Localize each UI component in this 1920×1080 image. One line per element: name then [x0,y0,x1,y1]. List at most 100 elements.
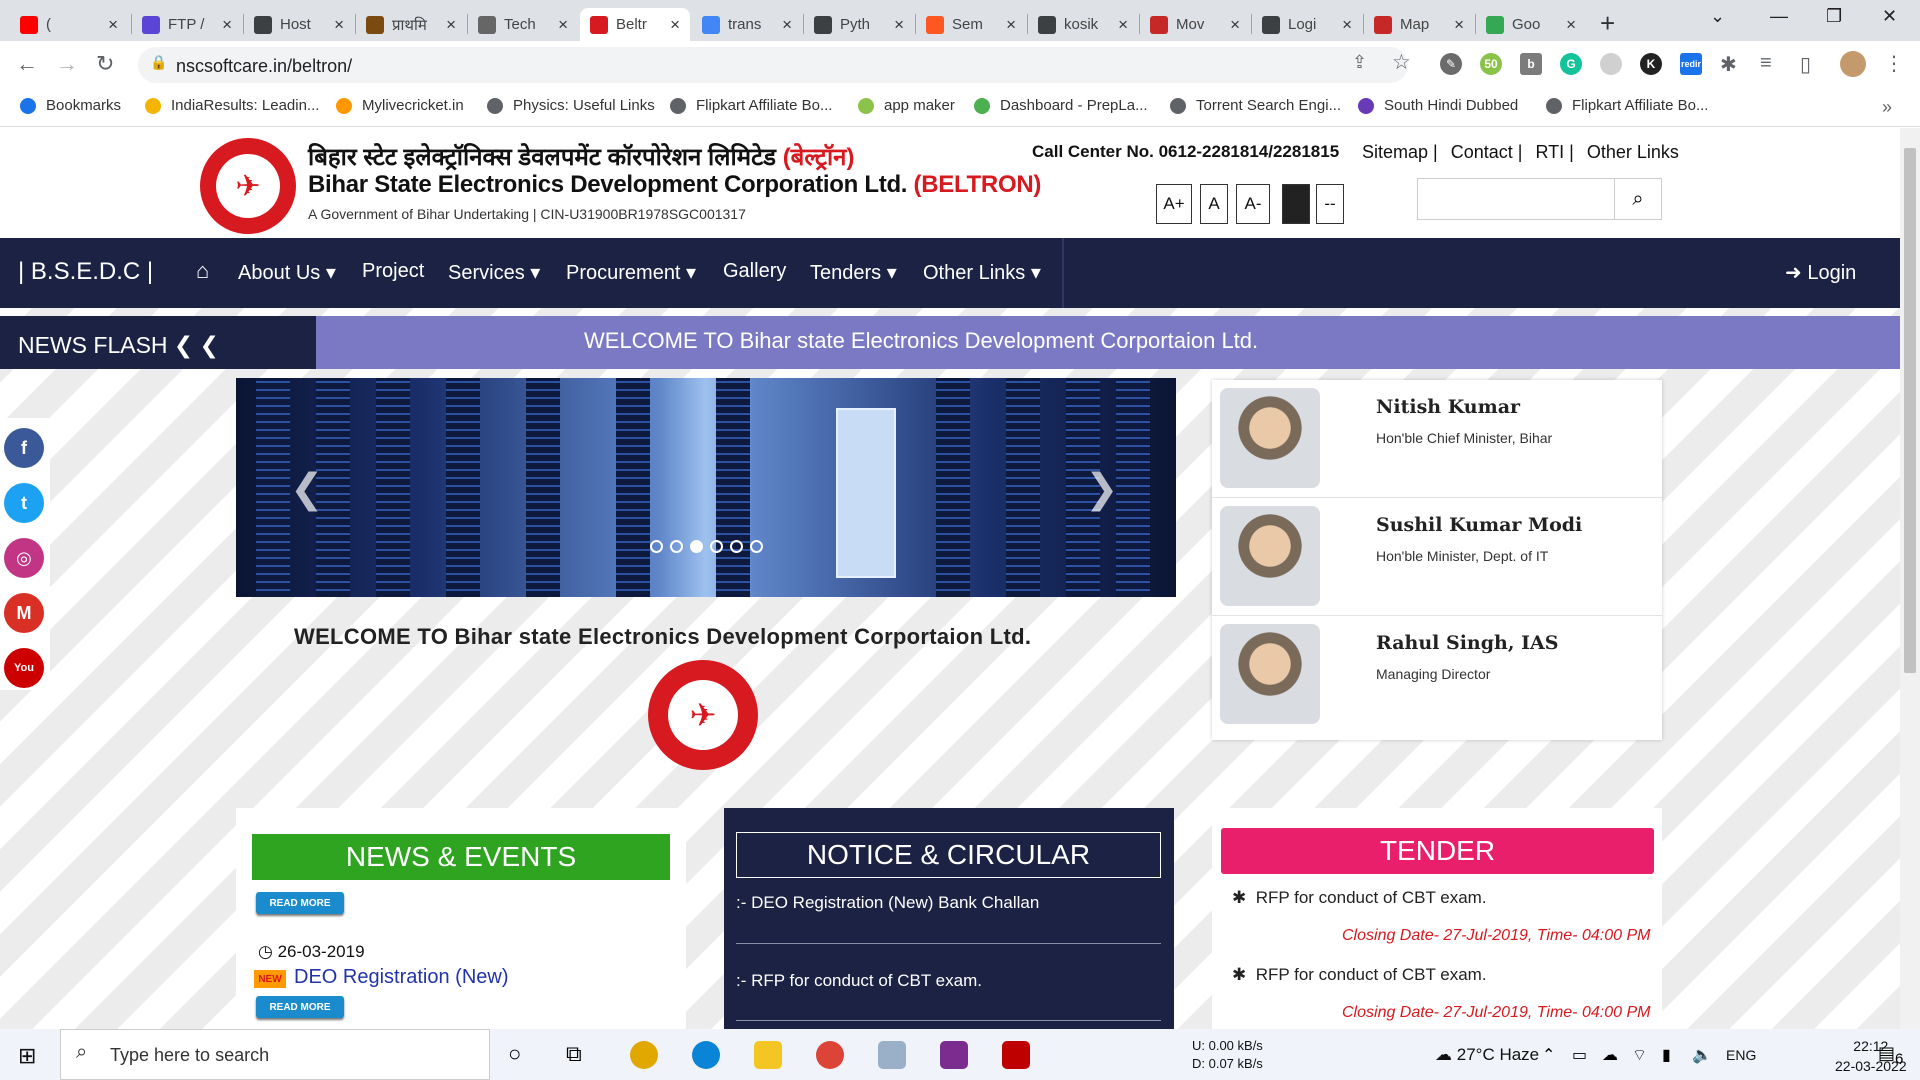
browser-tab[interactable]: Host × [244,8,354,41]
edge-icon[interactable] [692,1041,720,1069]
bookmark-item[interactable]: app maker [858,97,955,114]
contact-link[interactable]: Contact | [1451,142,1523,162]
minimize-icon[interactable]: — [1770,6,1788,27]
browser-tab[interactable]: Beltr × [580,8,690,41]
nav-procurement[interactable]: Procurement ▾ [566,260,696,285]
navbar-brand[interactable]: | B.S.E.D.C | [18,258,153,286]
rti-link[interactable]: RTI | [1535,142,1573,162]
reading-list-icon[interactable]: ≡ [1760,52,1772,75]
bookmark-item[interactable]: Mylivecricket.in [336,97,464,114]
browser-tab[interactable]: Pyth × [804,8,914,41]
tab-close-icon[interactable]: × [1006,15,1016,35]
tab-close-icon[interactable]: × [894,15,904,35]
paint-icon[interactable] [878,1041,906,1069]
lock-icon[interactable]: 🔒 [150,54,167,71]
home-icon[interactable]: ⌂ [196,258,209,284]
new-tab-plus-icon[interactable]: + [1600,8,1615,39]
tab-close-icon[interactable]: × [782,15,792,35]
tab-close-icon[interactable]: × [222,15,232,35]
weather-widget[interactable]: ☁ 27°C Haze [1435,1045,1539,1065]
font-decrease-button[interactable]: A- [1236,184,1270,224]
bookmark-star-icon[interactable]: ☆ [1392,50,1411,75]
facebook-icon[interactable]: f [4,428,44,468]
carousel-prev-icon[interactable]: ❮ [290,466,324,512]
browser-tab[interactable]: Tech × [468,8,578,41]
notice-item[interactable]: :- RFP for conduct of CBT exam. [736,971,982,991]
light-contrast-button[interactable]: -- [1316,184,1344,224]
extension-gray-icon[interactable] [1600,53,1622,75]
extension-50-icon[interactable]: 50 [1480,53,1502,75]
back-arrow-icon[interactable]: ← [16,51,38,77]
carousel-dot[interactable] [730,540,743,553]
bookmark-item[interactable]: South Hindi Dubbed [1358,97,1518,114]
nav-other-links[interactable]: Other Links ▾ [923,260,1041,285]
image-carousel[interactable] [236,378,1176,597]
bookmark-item[interactable]: Torrent Search Engi... [1170,97,1341,114]
beltron-logo[interactable]: ✈ [200,138,296,234]
chrome-profile-icon[interactable] [630,1041,658,1069]
news-flash-marquee[interactable]: WELCOME TO Bihar state Electronics Devel… [316,316,1900,369]
taskbar-search-placeholder[interactable]: Type here to search [110,1045,269,1066]
tab-close-icon[interactable]: × [670,15,680,35]
url-text[interactable]: nscsoftcare.in/beltron/ [176,56,352,77]
cortana-icon[interactable]: ○ [508,1041,521,1067]
tab-close-icon[interactable]: × [1230,15,1240,35]
browser-tab[interactable]: kosik × [1028,8,1138,41]
tab-close-icon[interactable]: × [1118,15,1128,35]
browser-tab[interactable]: (× [10,8,128,41]
tender-item[interactable]: ✱ RFP for conduct of CBT exam. [1232,965,1487,985]
browser-tab[interactable]: Goo × [1476,8,1586,41]
carousel-dot[interactable] [710,540,723,553]
wifi-icon[interactable]: ⌔ [1632,1045,1647,1065]
extensions-puzzle-icon[interactable]: ✱ [1720,52,1737,77]
filezilla-icon[interactable] [1002,1041,1030,1069]
extension-box-icon[interactable]: b [1520,53,1542,75]
carousel-dot[interactable] [750,540,763,553]
grammarly-icon[interactable]: G [1560,53,1582,75]
tab-close-icon[interactable]: × [1454,15,1464,35]
winrar-icon[interactable] [940,1041,968,1069]
tab-search-chevron-icon[interactable]: ⌄ [1710,6,1725,27]
notice-item[interactable]: :- DEO Registration (New) Bank Challan [736,893,1039,913]
tray-device-icon[interactable]: ▭ [1572,1045,1587,1065]
language-indicator[interactable]: ENG [1726,1047,1756,1063]
profile-avatar[interactable] [1840,51,1866,77]
read-more-button[interactable]: READ MORE [256,892,344,914]
carousel-dot[interactable] [650,540,663,553]
sitemap-link[interactable]: Sitemap | [1362,142,1438,162]
tender-item[interactable]: ✱ RFP for conduct of CBT exam. [1232,888,1487,908]
tab-close-icon[interactable]: × [446,15,456,35]
share-icon[interactable]: ⇪ [1352,52,1367,73]
side-panel-icon[interactable]: ▯ [1800,52,1811,77]
nav-about-us[interactable]: About Us ▾ [238,260,336,285]
close-window-icon[interactable]: ✕ [1882,6,1897,27]
browser-tab[interactable]: trans × [692,8,802,41]
carousel-dot[interactable] [670,540,683,553]
battery-icon[interactable]: ▮ [1662,1045,1671,1065]
browser-tab[interactable]: प्राथमि × [356,8,466,41]
browser-tab[interactable]: Logi × [1252,8,1362,41]
windows-start-icon[interactable]: ⊞ [18,1043,36,1069]
bookmark-item[interactable]: Physics: Useful Links [487,97,655,114]
twitter-icon[interactable]: t [4,483,44,523]
nav-project[interactable]: Project [362,260,424,283]
font-increase-button[interactable]: A+ [1156,184,1192,224]
extension-k-icon[interactable]: K [1640,53,1662,75]
task-view-icon[interactable]: ⧉ [566,1041,582,1067]
nav-gallery[interactable]: Gallery [723,260,786,283]
bookmark-item[interactable]: Dashboard - PrepLa... [974,97,1148,114]
file-explorer-icon[interactable] [754,1041,782,1069]
carousel-next-icon[interactable]: ❯ [1085,466,1119,512]
nav-services[interactable]: Services ▾ [448,260,540,285]
browser-tab[interactable]: Sem × [916,8,1026,41]
search-icon[interactable]: ⌕ [1614,178,1662,220]
site-search-input[interactable] [1417,178,1615,220]
browser-tab[interactable]: Mov × [1140,8,1250,41]
forward-arrow-icon[interactable]: → [56,51,78,77]
chevron-left-icon[interactable]: ❮ ❮ [174,332,219,358]
menu-kebab-icon[interactable]: ⋮ [1884,51,1904,76]
tab-close-icon[interactable]: × [334,15,344,35]
extension-dropper-icon[interactable]: ✎ [1440,53,1462,75]
maximize-icon[interactable]: ❐ [1826,6,1842,27]
onedrive-icon[interactable]: ☁ [1602,1045,1618,1065]
